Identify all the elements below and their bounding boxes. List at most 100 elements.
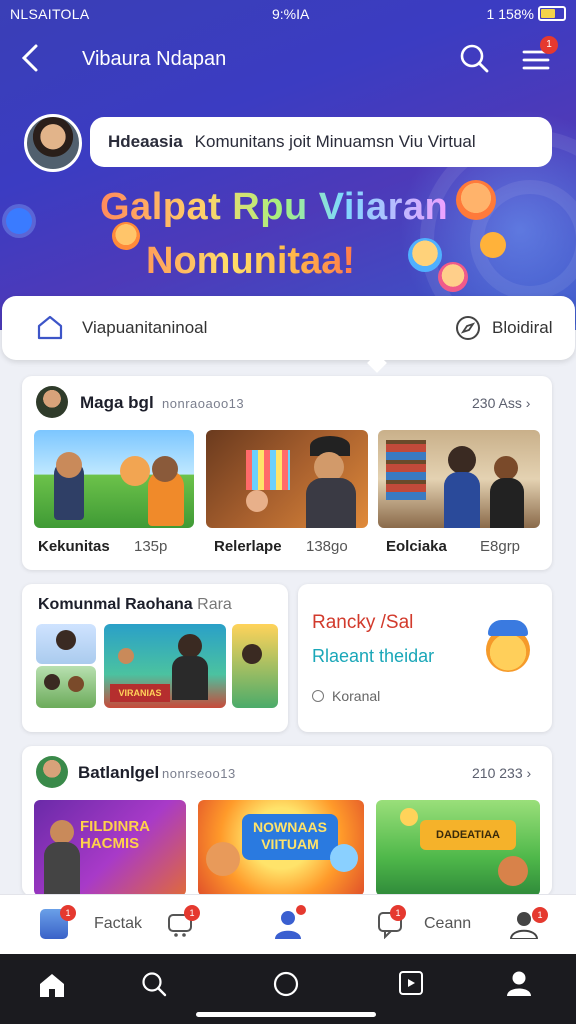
person-head xyxy=(118,648,134,664)
community-thumbnail[interactable] xyxy=(206,430,368,528)
section-count-value: 210 233 xyxy=(472,765,523,781)
mascot-character-icon xyxy=(120,456,150,486)
chevron-right-icon: › xyxy=(525,395,531,411)
nav-profile-active[interactable] xyxy=(272,905,306,944)
thumbnail-caption: Relerlape xyxy=(214,538,282,555)
video-thumbnail xyxy=(36,624,96,664)
person-head xyxy=(242,644,262,664)
profile-caption: Komunitans joit Minuamsn Viu Virtual xyxy=(194,132,476,151)
section-title: Batlanlgel xyxy=(78,763,160,782)
mascot-character-icon xyxy=(408,238,442,272)
mascot-character-icon xyxy=(330,844,358,872)
search-icon[interactable] xyxy=(458,42,490,74)
promo-title: Rancky /Sal xyxy=(312,612,414,633)
nav-feed-label[interactable]: Factak xyxy=(94,915,142,933)
person-figure xyxy=(306,478,356,528)
section-count-value: 230 Ass xyxy=(472,395,522,411)
home-outline-icon[interactable] xyxy=(36,314,64,340)
status-bar: NLSAITOLA 9:%IA 1 158% xyxy=(0,0,576,28)
person-head xyxy=(50,820,74,844)
person-head xyxy=(246,490,268,512)
person-figure xyxy=(444,472,480,528)
notification-badge: 1 xyxy=(540,36,558,54)
mascot-character-icon xyxy=(206,842,240,876)
section-count[interactable]: 230 Ass › xyxy=(472,395,530,411)
game-thumbnail[interactable]: DADEATIAA xyxy=(376,800,540,896)
section-title: Maga bgl xyxy=(80,393,154,412)
thumbnail-count: 135p xyxy=(134,538,168,555)
community-tab-bar: Viapuanitaninoal Bloidiral xyxy=(2,296,575,360)
nav-chat[interactable]: 1 xyxy=(376,905,406,944)
section-card-1: Maga bgl nonraoaoo13 230 Ass › Kekunitas… xyxy=(22,376,552,570)
mascot-character-icon xyxy=(498,856,528,886)
app-header: Vibaura Ndapan 1 xyxy=(0,28,576,92)
bottom-app-nav: 1 Factak 1 1 Ceann 1 xyxy=(0,894,576,954)
notification-badge: 1 xyxy=(532,907,548,923)
avatar[interactable] xyxy=(24,114,82,172)
profile-caption-bubble: Hdeaasia Komunitans joit Minuamsn Viu Vir… xyxy=(90,117,552,167)
home-icon[interactable] xyxy=(38,972,66,998)
game-thumbnail[interactable]: NOWNAAS VIITUAM xyxy=(198,800,364,896)
video-thumbnail xyxy=(232,624,278,708)
person-head xyxy=(44,674,60,690)
clock-icon xyxy=(312,690,324,702)
status-dot xyxy=(296,905,306,915)
hero-headline-line1: Galpat Rpu Viiaran xyxy=(100,186,449,228)
section-count[interactable]: 210 233 › xyxy=(472,765,531,781)
game-title-art: DADEATIAA xyxy=(420,820,516,850)
person-figure xyxy=(44,842,80,896)
circle-home-icon[interactable] xyxy=(272,970,300,998)
video-thumbnail xyxy=(36,666,96,708)
section-subtitle: nonraoaoo13 xyxy=(162,396,245,411)
hero-headline-line2: Nomunitaa! xyxy=(146,240,355,282)
clock: 9:%IA xyxy=(272,6,310,22)
search-icon[interactable] xyxy=(140,970,168,998)
person-head xyxy=(152,456,178,482)
reels-icon[interactable] xyxy=(398,970,424,996)
home-indicator[interactable] xyxy=(196,1012,376,1017)
avatar xyxy=(36,386,68,418)
section-title-main: Komunmal Raohana xyxy=(38,596,193,613)
community-tab-label[interactable]: Viapuanitaninoal xyxy=(82,318,207,338)
person-head xyxy=(448,446,476,474)
person-head xyxy=(494,456,518,480)
mascot-character-icon xyxy=(400,808,418,826)
promo-meta-label: Koranal xyxy=(332,688,381,704)
promo-subtitle: Rlaeant theidar xyxy=(312,646,435,666)
community-thumbnail[interactable] xyxy=(378,430,540,528)
bookshelf-shape xyxy=(386,440,426,500)
game-title-art: NOWNAAS VIITUAM xyxy=(242,814,338,860)
battery-label: 1 158% xyxy=(486,6,534,22)
thumbnail-count: E8grp xyxy=(480,538,521,555)
nav-account[interactable]: 1 xyxy=(508,907,548,944)
profile-name: Hdeaasia xyxy=(108,132,183,151)
mascot-character-icon xyxy=(456,180,496,220)
explore-label[interactable]: Bloidiral xyxy=(492,318,552,338)
compass-icon[interactable] xyxy=(454,314,482,342)
notification-badge: 1 xyxy=(390,905,406,921)
promo-card[interactable]: Rancky /Sal Rlaeant theidar Koranal xyxy=(298,584,552,732)
mascot-character-icon xyxy=(438,262,468,292)
game-title-art: FILDINRA HACMIS xyxy=(80,818,150,852)
coin-icon xyxy=(480,232,506,258)
nav-games[interactable]: 1 xyxy=(166,905,200,944)
profile-icon[interactable] xyxy=(504,968,534,998)
mascot-hat xyxy=(488,620,528,636)
section-subtitle: nonrseoo13 xyxy=(162,766,236,781)
section-title-suffix: Rara xyxy=(197,596,232,613)
notification-badge: 1 xyxy=(184,905,200,921)
person-head xyxy=(178,634,202,658)
promo-meta: Koranal xyxy=(312,688,380,704)
community-thumbnail[interactable] xyxy=(34,430,194,528)
nav-search-label[interactable]: Ceann xyxy=(424,915,471,933)
bubble-dot-icon xyxy=(6,208,32,234)
person-figure xyxy=(172,656,208,700)
page-title: Vibaura Ndapan xyxy=(82,48,227,70)
back-button[interactable] xyxy=(20,42,42,79)
game-thumbnail[interactable]: FILDINRA HACMIS xyxy=(34,800,186,896)
section-card-2[interactable]: Komunmal Raohana Rara VIRANIAS xyxy=(22,584,288,732)
nav-feed[interactable]: 1 xyxy=(40,905,76,939)
person-figure xyxy=(490,478,524,528)
notification-badge: 1 xyxy=(60,905,76,921)
section-card-3: Batlanlgel nonrseoo13 210 233 › FILDINRA… xyxy=(22,746,552,896)
